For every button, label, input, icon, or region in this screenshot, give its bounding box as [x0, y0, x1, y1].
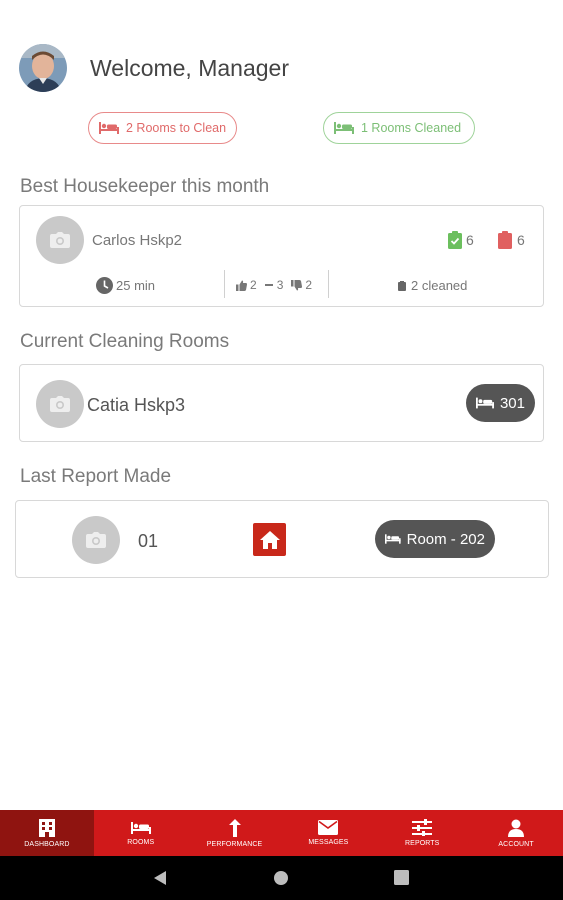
cleaned-count: 2 cleaned — [411, 278, 468, 293]
tab-label: DASHBOARD — [24, 840, 70, 848]
bed-icon — [334, 122, 354, 134]
camera-icon — [36, 380, 84, 428]
clipboard-check-icon — [448, 231, 462, 249]
current-room-number: 301 — [499, 394, 525, 412]
tab-label: PERFORMANCE — [206, 840, 263, 848]
tab-label: MESSAGES — [308, 839, 349, 846]
rooms-cleaned-badge[interactable]: 1 Rooms Cleaned — [323, 112, 475, 144]
tab-account[interactable]: ACCOUNT — [469, 810, 563, 856]
thumbs-up-count: 2 — [250, 278, 257, 292]
tab-label: ACCOUNT — [498, 840, 534, 848]
welcome-text: Welcome, Manager — [90, 55, 289, 81]
housekeeper-name: Carlos Hskp2 — [92, 232, 183, 249]
thumbs-down-icon — [291, 279, 303, 291]
current-cleaning-card[interactable]: Catia Hskp3 301 — [19, 364, 544, 442]
back-icon[interactable] — [152, 870, 168, 886]
bed-icon — [385, 534, 401, 544]
tab-label: REPORTS — [405, 840, 440, 847]
avg-time-stat: 25 min — [96, 277, 155, 294]
current-cleaning-title: Current Cleaning Rooms — [20, 331, 230, 352]
header: Welcome, Manager — [19, 43, 289, 93]
clock-icon — [96, 277, 113, 294]
rejected-stat: 6 — [498, 231, 525, 249]
tab-reports[interactable]: REPORTS — [375, 810, 469, 856]
neutral-count: 3 — [276, 278, 284, 292]
minus-icon — [264, 284, 273, 286]
avatar[interactable] — [19, 44, 67, 92]
sliders-icon — [412, 819, 433, 836]
bed-icon — [130, 821, 151, 834]
bed-icon — [99, 122, 119, 134]
cleaned-stat: 2 cleaned — [398, 278, 467, 293]
clipboard-icon — [498, 231, 512, 249]
report-room-label: Room - 202 — [406, 530, 485, 548]
report-room-badge[interactable]: Room - 202 — [375, 520, 495, 558]
tab-performance[interactable]: PERFORMANCE — [188, 810, 282, 856]
user-icon — [508, 819, 525, 837]
rating-stat: 2 3 2 — [236, 278, 312, 292]
arrow-up-icon — [228, 818, 241, 837]
rejected-count: 6 — [517, 232, 525, 248]
approved-stat: 6 — [448, 231, 474, 249]
home-button-icon[interactable] — [273, 870, 289, 886]
current-room-badge[interactable]: 301 — [466, 384, 535, 422]
last-report-card[interactable]: 01 Room - 202 — [15, 500, 549, 578]
current-housekeeper-name: Catia Hskp3 — [87, 395, 186, 415]
tab-rooms[interactable]: ROOMS — [94, 810, 188, 856]
rooms-to-clean-label: 2 Rooms to Clean — [126, 121, 227, 135]
best-housekeeper-title: Best Housekeeper this month — [20, 176, 270, 197]
avg-time: 25 min — [116, 278, 156, 293]
divider — [224, 270, 225, 298]
report-number: 01 — [138, 531, 159, 551]
bed-icon — [476, 397, 494, 409]
envelope-icon — [318, 820, 339, 835]
bottom-nav: DASHBOARD ROOMS PERFORMANCE MESSAGES REP… — [0, 810, 563, 856]
rooms-cleaned-label: 1 Rooms Cleaned — [361, 121, 462, 135]
tab-dashboard[interactable]: DASHBOARD — [0, 810, 94, 856]
divider — [328, 270, 329, 298]
clipboard-small-icon — [398, 280, 406, 291]
approved-count: 6 — [466, 232, 474, 248]
tab-label: ROOMS — [127, 838, 155, 846]
building-icon — [38, 818, 55, 837]
home-icon[interactable] — [253, 523, 286, 556]
thumbs-down-count: 2 — [305, 278, 313, 292]
recents-icon[interactable] — [394, 870, 409, 885]
tab-messages[interactable]: MESSAGES — [281, 810, 375, 856]
thumbs-up-icon — [236, 280, 247, 291]
rooms-to-clean-badge[interactable]: 2 Rooms to Clean — [88, 112, 237, 144]
last-report-title: Last Report Made — [20, 466, 172, 487]
best-housekeeper-card[interactable]: Carlos Hskp2 6 6 25 min 2 3 2 2 cleaned — [19, 205, 544, 307]
camera-icon — [72, 516, 120, 564]
system-nav-bar — [0, 856, 563, 900]
camera-icon — [36, 216, 84, 264]
